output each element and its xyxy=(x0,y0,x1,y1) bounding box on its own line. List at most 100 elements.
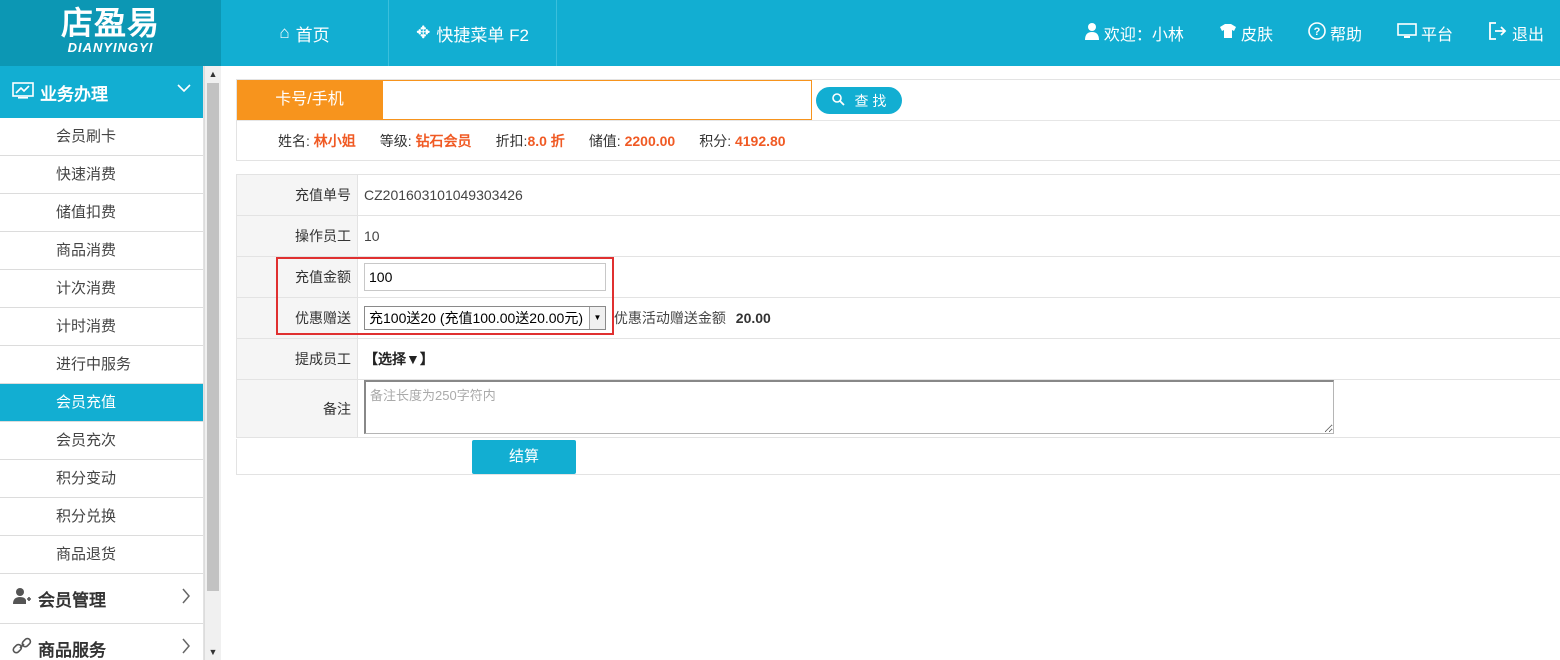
member-points-label: 积分: xyxy=(699,133,732,149)
nav-home[interactable]: ⌂ 首页 xyxy=(221,0,389,66)
sidebar-item-member-count-recharge[interactable]: 会员充次 xyxy=(0,422,203,460)
platform-label: 平台 xyxy=(1420,27,1453,44)
member-level: 等级: 钻石会员 xyxy=(380,131,472,151)
skin-label: 皮肤 xyxy=(1240,27,1273,44)
member-discount-label: 折扣: xyxy=(495,133,528,149)
recharge-form: 充值单号 CZ201603101049303426 操作员工 10 充值金额 优… xyxy=(236,174,1560,438)
top-nav: ⌂ 首页 ✥ 快捷菜单 F2 xyxy=(221,0,557,66)
form-row: 操作员工 10 xyxy=(236,215,1560,257)
member-balance-label: 储值: xyxy=(588,133,621,149)
logo-text-en: DIANYINGYI xyxy=(67,40,154,55)
promo-select[interactable]: 充100送20 (充值100.00送20.00元) ▼ xyxy=(364,306,606,330)
svg-text:?: ? xyxy=(1314,26,1321,38)
logout-button[interactable]: 退出 xyxy=(1488,21,1544,45)
tshirt-icon xyxy=(1219,23,1237,44)
nav-quick-menu-label: 快捷菜单 F2 xyxy=(436,25,529,45)
home-icon: ⌂ xyxy=(279,23,290,42)
move-icon: ✥ xyxy=(416,23,431,42)
commission-staff-label: 提成员工 xyxy=(236,338,358,380)
user-edit-icon xyxy=(12,587,32,610)
choose-staff-button[interactable]: 【选择▼】 xyxy=(364,351,434,367)
divider xyxy=(237,120,1560,121)
help-icon: ? xyxy=(1308,21,1326,45)
sidebar-item-member-recharge[interactable]: 会员充值 xyxy=(0,384,203,422)
remark-label: 备注 xyxy=(236,379,358,438)
form-row: 备注 xyxy=(236,379,1560,438)
member-name-value: 林小姐 xyxy=(313,133,356,149)
chevron-right-icon xyxy=(181,638,191,659)
sidebar-item-points-change[interactable]: 积分变动 xyxy=(0,460,203,498)
nav-home-label: 首页 xyxy=(295,25,330,45)
top-header: 店盈易 DIANYINGYI ⌂ 首页 ✥ 快捷菜单 F2 欢迎：小林 皮肤 ? xyxy=(0,0,1560,66)
search-label: 卡号/手机 xyxy=(237,80,382,120)
platform-button[interactable]: 平台 xyxy=(1397,21,1453,45)
sidebar-group-product-service-label: 商品服务 xyxy=(38,641,106,660)
sidebar-item-product-return[interactable]: 商品退货 xyxy=(0,536,203,574)
sidebar-item-product-consume[interactable]: 商品消费 xyxy=(0,232,203,270)
form-row: 提成员工 【选择▼】 xyxy=(236,338,1560,380)
help-button[interactable]: ? 帮助 xyxy=(1308,21,1362,45)
header-actions: 欢迎：小林 皮肤 ? 帮助 平台 退出 xyxy=(1084,0,1560,66)
promo-label: 优惠赠送 xyxy=(236,297,358,339)
logout-label: 退出 xyxy=(1511,27,1544,44)
sidebar-item-points-exchange[interactable]: 积分兑换 xyxy=(0,498,203,536)
sidebar-group-product-service[interactable]: 商品服务 xyxy=(0,624,203,660)
commission-cell: 【选择▼】 xyxy=(357,338,1560,380)
scroll-down-icon[interactable]: ▼ xyxy=(205,644,221,660)
member-points-value: 4192.80 xyxy=(734,133,786,149)
chevron-down-icon xyxy=(177,80,191,96)
order-no-label: 充值单号 xyxy=(236,174,358,216)
sidebar-item-stored-value-deduct[interactable]: 储值扣费 xyxy=(0,194,203,232)
member-points: 积分: 4192.80 xyxy=(699,131,785,151)
nav-quick-menu[interactable]: ✥ 快捷菜单 F2 xyxy=(389,0,557,66)
card-phone-input[interactable] xyxy=(382,80,812,120)
member-level-label: 等级: xyxy=(379,133,412,149)
member-info: 姓名: 林小姐 等级: 钻石会员 折扣:8.0 折 储值: 2200.00 积分… xyxy=(278,131,810,151)
scroll-up-icon[interactable]: ▲ xyxy=(205,66,221,82)
order-no-value: CZ201603101049303426 xyxy=(357,174,1560,216)
recharge-amount-input[interactable] xyxy=(364,263,606,291)
search-button-label: 查 找 xyxy=(854,92,887,109)
member-discount: 折扣:8.0 折 xyxy=(496,131,565,151)
sidebar-item-ongoing-service[interactable]: 进行中服务 xyxy=(0,346,203,384)
search-button[interactable]: 查 找 xyxy=(816,87,902,114)
remark-cell xyxy=(357,379,1560,438)
help-label: 帮助 xyxy=(1329,27,1362,44)
member-search-panel: 卡号/手机 查 找 姓名: 林小姐 等级: 钻石会员 折扣:8.0 折 储值: … xyxy=(236,79,1560,161)
sidebar-item-count-consume[interactable]: 计次消费 xyxy=(0,270,203,308)
sidebar-group-member-management[interactable]: 会员管理 xyxy=(0,574,203,624)
sidebar-item-member-swipe[interactable]: 会员刷卡 xyxy=(0,118,203,156)
operator-value: 10 xyxy=(357,215,1560,257)
promo-select-value: 充100送20 (充值100.00送20.00元) xyxy=(369,310,583,326)
logout-icon xyxy=(1488,21,1508,45)
sidebar-group-business[interactable]: 业务办理 xyxy=(0,66,203,118)
amount-cell xyxy=(357,256,1560,298)
chevron-right-icon xyxy=(181,588,191,609)
form-row: 充值单号 CZ201603101049303426 xyxy=(236,174,1560,216)
monitor-icon xyxy=(1397,22,1417,44)
sidebar: 业务办理 会员刷卡 快速消费 储值扣费 商品消费 计次消费 计时消费 进行中服务… xyxy=(0,66,204,660)
member-name-label: 姓名: xyxy=(278,133,310,149)
form-row: 优惠赠送 充100送20 (充值100.00送20.00元) ▼ 优惠活动赠送金… xyxy=(236,297,1560,339)
link-icon xyxy=(12,637,32,660)
operator-label: 操作员工 xyxy=(236,215,358,257)
sidebar-group-member-management-label: 会员管理 xyxy=(38,591,106,610)
member-balance: 储值: 2200.00 xyxy=(589,131,675,151)
member-name: 姓名: 林小姐 xyxy=(278,131,356,151)
amount-label: 充值金额 xyxy=(236,256,358,298)
member-balance-value: 2200.00 xyxy=(624,133,676,149)
user-icon xyxy=(1084,22,1100,45)
sidebar-item-timed-consume[interactable]: 计时消费 xyxy=(0,308,203,346)
member-discount-value: 8.0 折 xyxy=(527,133,565,149)
welcome-user[interactable]: 欢迎：小林 xyxy=(1084,21,1184,45)
app-logo[interactable]: 店盈易 DIANYINGYI xyxy=(0,0,221,66)
checkout-button[interactable]: 结算 xyxy=(472,440,576,474)
search-icon xyxy=(831,92,845,109)
scrollbar-thumb[interactable] xyxy=(207,83,219,591)
sidebar-scrollbar[interactable]: ▲ ▼ xyxy=(204,66,221,660)
sidebar-item-quick-consume[interactable]: 快速消费 xyxy=(0,156,203,194)
remark-textarea[interactable] xyxy=(364,380,1334,434)
promo-gift-value: 20.00 xyxy=(735,310,771,326)
skin-button[interactable]: 皮肤 xyxy=(1219,21,1273,45)
form-row: 充值金额 xyxy=(236,256,1560,298)
